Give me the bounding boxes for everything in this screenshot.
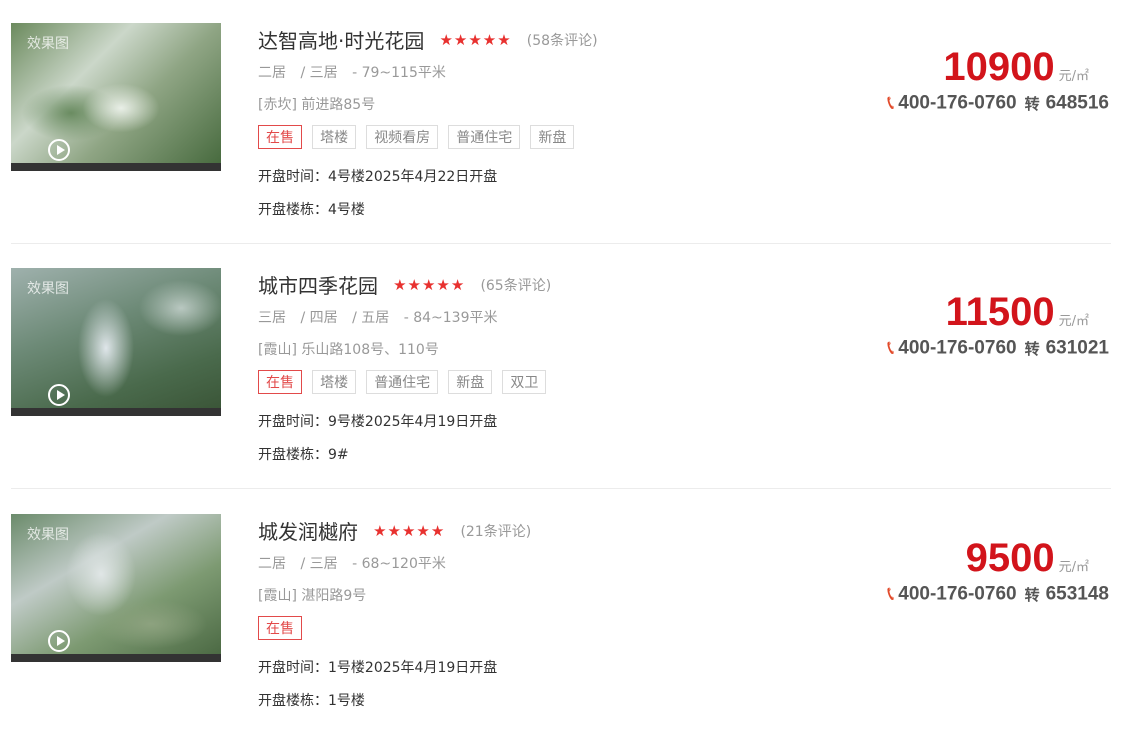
listing-list: 效果图 达智高地·时光花园 ★★★★★ (58条评论) 二居 / 三居 - 79… — [0, 0, 1129, 735]
tag: 双卫 — [502, 370, 547, 394]
price-unit: 元/㎡ — [1058, 560, 1089, 575]
extension-number: 653148 — [1045, 583, 1109, 605]
thumbnail-bar — [11, 163, 221, 171]
review-count-link[interactable]: (65条评论) — [480, 275, 551, 295]
extension-number: 648516 — [1045, 92, 1109, 114]
listing-item: 效果图 城发润樾府 ★★★★★ (21条评论) 二居 / 三居 - 68~120… — [0, 491, 1129, 736]
star-rating-icon: ★★★★★ — [439, 30, 512, 49]
phone-icon: 📞︎ — [887, 583, 895, 605]
layout-option: / 三居 — [300, 556, 338, 572]
price-box: 9500 元/㎡ — [966, 536, 1089, 581]
price-box: 10900 元/㎡ — [943, 45, 1089, 90]
play-icon[interactable] — [48, 384, 70, 406]
review-count-link[interactable]: (58条评论) — [527, 30, 598, 50]
listing-title[interactable]: 城市四季花园 — [258, 270, 378, 299]
extension-label: 转 — [1024, 586, 1040, 604]
layout-info: 二居 / 三居 - 68~120平米 — [258, 553, 456, 573]
layout-option: 二居 — [258, 556, 286, 572]
thumbnail-bar — [11, 654, 221, 662]
tag-list: 在售 塔楼 普通住宅 新盘 双卫 — [258, 370, 551, 394]
opening-time: 开盘时间：1号楼2025年4月19日开盘 — [258, 660, 498, 676]
tag-on-sale: 在售 — [258, 616, 302, 640]
review-count-link[interactable]: (21条评论) — [460, 521, 531, 541]
listing-title[interactable]: 达智高地·时光花园 — [258, 25, 424, 54]
tag-list: 在售 塔楼 视频看房 普通住宅 新盘 — [258, 125, 579, 149]
title-row: 城市四季花园 ★★★★★ (65条评论) — [258, 270, 551, 298]
area-range: - 84~139平米 — [403, 310, 498, 326]
opening-building: 开盘楼栋：1号楼 — [258, 693, 365, 709]
watermark: 效果图 — [27, 36, 69, 52]
tag: 塔楼 — [312, 125, 357, 149]
tag: 新盘 — [448, 370, 493, 394]
title-row: 达智高地·时光花园 ★★★★★ (58条评论) — [258, 25, 598, 53]
layout-option: 二居 — [258, 65, 286, 81]
listing-title[interactable]: 城发润樾府 — [258, 516, 358, 545]
layout-option: / 三居 — [300, 65, 338, 81]
layout-option: 三居 — [258, 310, 286, 326]
price-value: 9500 — [965, 536, 1055, 580]
phone-icon: 📞︎ — [887, 92, 895, 114]
tag: 新盘 — [530, 125, 575, 149]
divider — [11, 488, 1111, 489]
tag: 普通住宅 — [448, 125, 521, 149]
address: [霞山] 乐山路108号、110号 — [258, 342, 439, 358]
listing-item: 效果图 城市四季花园 ★★★★★ (65条评论) 三居 / 四居 / 五居 - … — [0, 245, 1129, 490]
star-rating-icon: ★★★★★ — [373, 521, 446, 540]
price-unit: 元/㎡ — [1058, 69, 1089, 84]
tag: 视频看房 — [366, 125, 439, 149]
tag-on-sale: 在售 — [258, 125, 302, 149]
play-icon[interactable] — [48, 630, 70, 652]
tag-list: 在售 — [258, 616, 307, 640]
watermark: 效果图 — [27, 281, 69, 297]
play-icon[interactable] — [48, 139, 70, 161]
price-unit: 元/㎡ — [1058, 314, 1089, 329]
extension-label: 转 — [1024, 95, 1040, 113]
tag-on-sale: 在售 — [258, 370, 302, 394]
area-range: - 79~115平米 — [352, 65, 446, 81]
area-range: - 68~120平米 — [352, 556, 446, 572]
phone-number[interactable]: 400-176-0760 — [898, 93, 1016, 114]
divider — [11, 243, 1111, 244]
layout-option: / 四居 — [300, 310, 338, 326]
extension-number: 631021 — [1045, 337, 1109, 359]
phone-icon: 📞︎ — [887, 337, 895, 359]
listing-thumbnail[interactable]: 效果图 — [11, 23, 221, 171]
opening-time: 开盘时间：4号楼2025年4月22日开盘 — [258, 169, 498, 185]
tag: 普通住宅 — [366, 370, 439, 394]
opening-time: 开盘时间：9号楼2025年4月19日开盘 — [258, 414, 498, 430]
phone-contact[interactable]: 📞︎ 400-176-0760 转 653148 — [887, 583, 1109, 606]
listing-thumbnail[interactable]: 效果图 — [11, 268, 221, 416]
listing-thumbnail[interactable]: 效果图 — [11, 514, 221, 662]
layout-info: 三居 / 四居 / 五居 - 84~139平米 — [258, 307, 507, 327]
star-rating-icon: ★★★★★ — [393, 275, 466, 294]
opening-building: 开盘楼栋：9# — [258, 447, 349, 463]
price-value: 10900 — [943, 45, 1055, 89]
phone-contact[interactable]: 📞︎ 400-176-0760 转 648516 — [887, 92, 1109, 115]
title-row: 城发润樾府 ★★★★★ (21条评论) — [258, 516, 531, 544]
price-value: 11500 — [945, 290, 1055, 334]
extension-label: 转 — [1024, 340, 1040, 358]
thumbnail-bar — [11, 408, 221, 416]
listing-item: 效果图 达智高地·时光花园 ★★★★★ (58条评论) 二居 / 三居 - 79… — [0, 0, 1129, 245]
watermark: 效果图 — [27, 527, 69, 543]
phone-number[interactable]: 400-176-0760 — [898, 584, 1016, 605]
address: [霞山] 湛阳路9号 — [258, 588, 367, 604]
phone-number[interactable]: 400-176-0760 — [898, 338, 1016, 359]
layout-option: / 五居 — [352, 310, 390, 326]
opening-building: 开盘楼栋：4号楼 — [258, 202, 365, 218]
layout-info: 二居 / 三居 - 79~115平米 — [258, 62, 456, 82]
address: [赤坎] 前进路85号 — [258, 97, 376, 113]
tag: 塔楼 — [312, 370, 357, 394]
phone-contact[interactable]: 📞︎ 400-176-0760 转 631021 — [887, 337, 1109, 360]
price-box: 11500 元/㎡ — [946, 290, 1089, 335]
